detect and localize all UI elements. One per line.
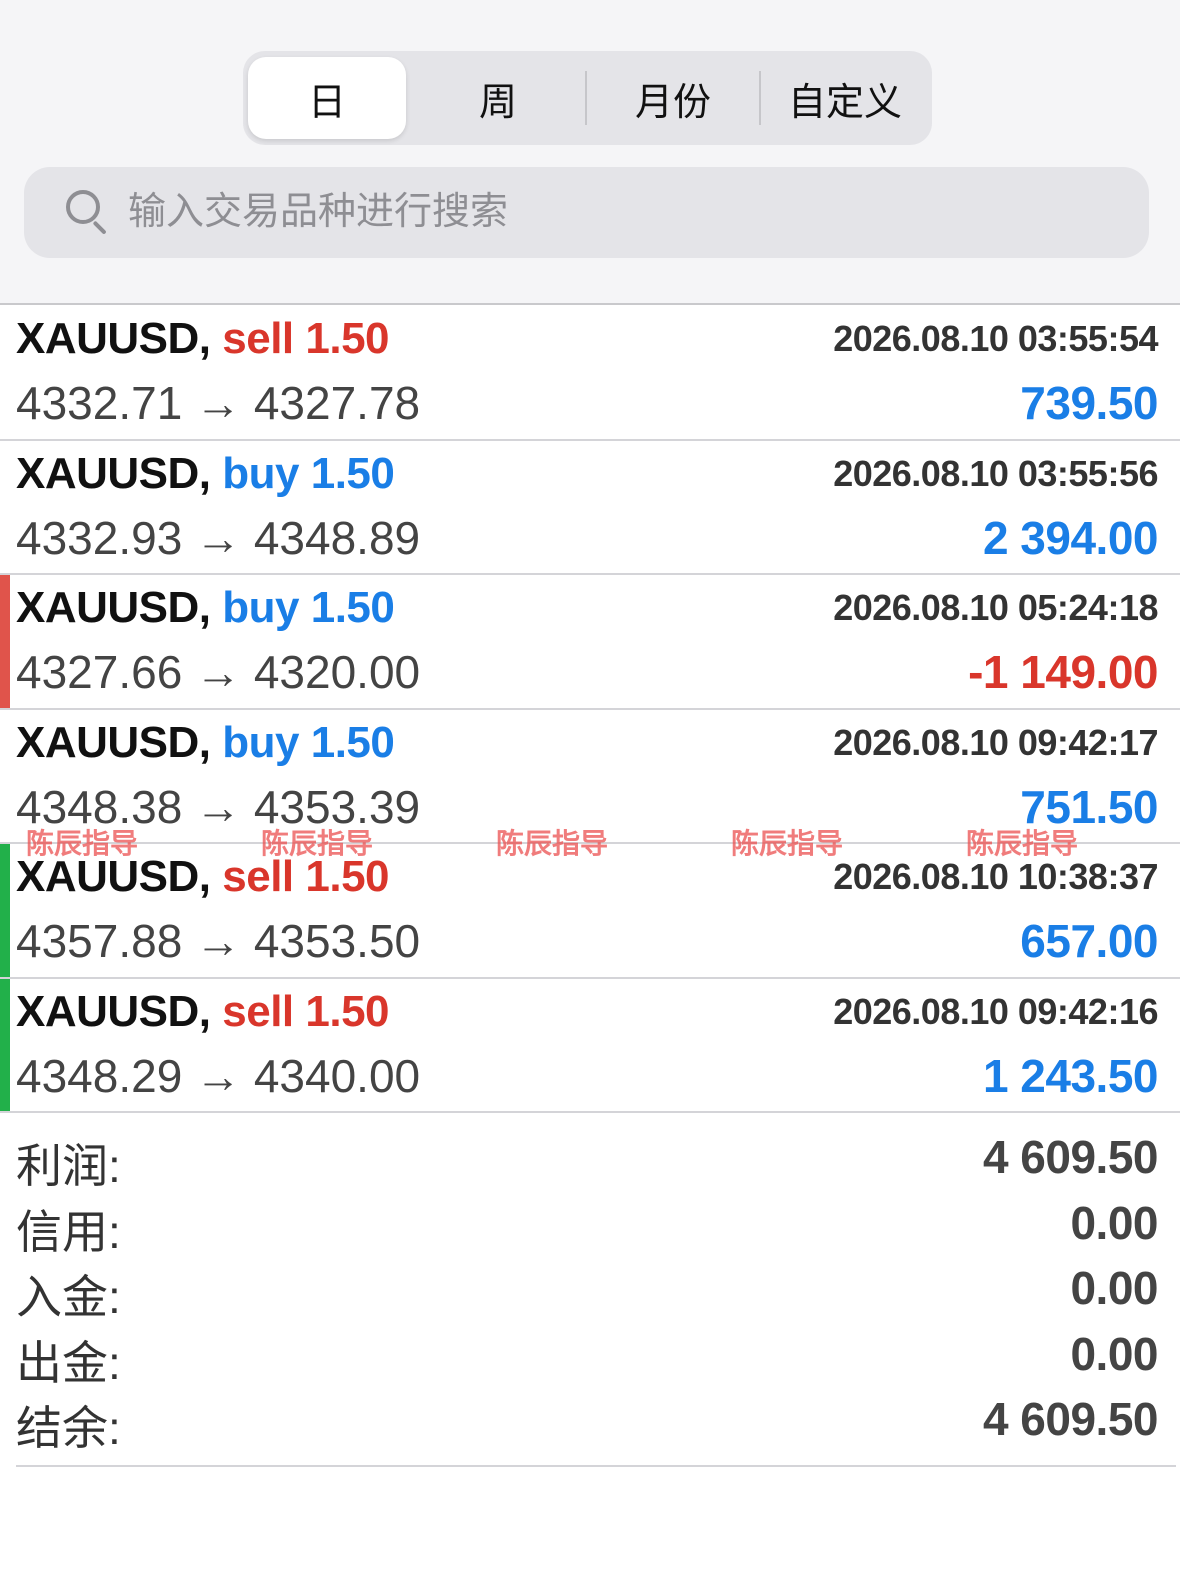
tab-week[interactable]: 周 [415,57,581,139]
trade-open-price: 4348.29 [16,1049,183,1102]
trade-row[interactable]: XAUUSD, buy 1.50 2026.08.10 05:24:18 432… [0,575,1180,710]
trade-lot: 1.50 [310,717,395,767]
trade-symbol-line: XAUUSD, sell 1.50 [16,852,390,902]
summary-row: 入金: 0.00 [0,1261,1180,1327]
trade-close-price: 4340.00 [253,1049,421,1102]
trade-close-price: 4353.39 [253,780,421,833]
trade-symbol: XAUUSD, [16,717,211,767]
trade-open-price: 4357.88 [16,915,183,967]
trade-profit: 1 243.50 [982,1049,1159,1102]
summary-value: 4 609.50 [982,1393,1159,1445]
trade-open-price: 4332.71 [16,377,183,429]
summary-label: 结余: [16,1402,121,1454]
trade-profit: 739.50 [1020,377,1158,429]
trade-status-bar [0,978,10,1111]
trade-prices: 4357.88 → 4353.50 [16,914,420,968]
trade-lot: 1.50 [305,314,390,363]
trade-symbol-line: XAUUSD, sell 1.50 [16,314,390,364]
summary-divider [16,1465,1176,1467]
trade-lot: 1.50 [310,583,395,632]
summary-row: 利润: 4 609.50 [0,1130,1180,1196]
arrow-right-icon: → [195,646,242,698]
arrow-right-icon: → [195,915,242,967]
trade-close-price: 4353.50 [253,915,421,967]
trade-time: 2026.08.10 10:38:37 [833,856,1158,897]
summary-label: 入金: [16,1271,121,1323]
summary-row: 出金: 0.00 [0,1327,1180,1393]
trade-close-price: 4320.00 [253,646,421,698]
trade-side: sell [222,852,294,901]
arrow-right-icon: → [195,377,242,429]
trade-profit: 2 394.00 [982,511,1159,564]
trade-time: 2026.08.10 05:24:18 [833,587,1158,628]
trade-symbol: XAUUSD, [16,314,211,363]
trade-row[interactable]: XAUUSD, sell 1.50 2026.08.10 09:42:16 43… [0,978,1180,1113]
header-area: 日 周 月份 自定义 [0,0,1180,305]
segment-divider [759,71,761,125]
trade-open-price: 4327.66 [16,646,183,698]
segment-divider [585,71,587,125]
summary-label: 出金: [16,1336,121,1389]
trade-time: 2026.08.10 09:42:17 [833,721,1158,763]
trade-profit: 751.50 [1020,780,1158,833]
trade-side: sell [222,314,294,363]
trade-symbol: XAUUSD, [16,852,211,901]
arrow-right-icon: → [195,780,242,833]
arrow-right-icon: → [195,1049,242,1102]
summary-label: 利润: [16,1140,121,1192]
trade-prices: 4327.66 → 4320.00 [16,645,420,699]
trade-lot: 1.50 [305,986,390,1036]
trade-open-price: 4332.93 [16,511,183,564]
trade-side: buy [222,717,299,767]
trade-side: sell [222,986,294,1036]
arrow-right-icon: → [195,511,242,564]
trade-status-bar [0,844,10,977]
trade-symbol-line: XAUUSD, buy 1.50 [16,583,395,633]
trade-symbol-line: XAUUSD, sell 1.50 [16,986,390,1037]
trade-symbol: XAUUSD, [16,986,211,1036]
trade-close-price: 4327.78 [253,377,421,429]
period-segmented-control: 日 周 月份 自定义 [243,51,932,145]
trade-profit: 657.00 [1020,915,1158,967]
summary-row: 结余: 4 609.50 [0,1392,1180,1458]
trade-lot: 1.50 [310,448,395,498]
trade-prices: 4332.71 → 4327.78 [16,376,420,430]
tab-month[interactable]: 月份 [589,57,757,139]
trade-prices: 4348.29 → 4340.00 [16,1049,420,1103]
trade-time: 2026.08.10 09:42:16 [833,990,1158,1032]
trade-status-bar [0,575,10,708]
summary-label: 信用: [16,1205,121,1258]
summary-row: 信用: 0.00 [0,1196,1180,1262]
trade-symbol-line: XAUUSD, buy 1.50 [16,448,395,499]
trade-close-price: 4348.89 [253,511,421,564]
summary-value: 4 609.50 [982,1131,1159,1183]
trade-time: 2026.08.10 03:55:56 [833,452,1158,494]
search-input[interactable] [128,191,1088,234]
trade-prices: 4332.93 → 4348.89 [16,511,420,565]
summary-value: 0.00 [1070,1327,1158,1380]
trade-row[interactable]: XAUUSD, buy 1.50 2026.08.10 03:55:56 433… [0,441,1180,575]
trade-lot: 1.50 [305,852,390,901]
search-icon [66,189,112,236]
trade-symbol: XAUUSD, [16,448,211,498]
trade-row[interactable]: XAUUSD, sell 1.50 2026.08.10 03:55:54 43… [0,306,1180,441]
tab-custom[interactable]: 自定义 [763,57,927,139]
trade-side: buy [222,448,299,498]
trade-row[interactable]: XAUUSD, buy 1.50 2026.08.10 09:42:17 434… [0,710,1180,844]
search-bar[interactable] [24,167,1149,258]
trade-time: 2026.08.10 03:55:54 [833,318,1158,359]
trade-row[interactable]: XAUUSD, sell 1.50 2026.08.10 10:38:37 43… [0,844,1180,979]
trade-symbol-line: XAUUSD, buy 1.50 [16,717,395,768]
tab-day[interactable]: 日 [248,57,406,139]
trade-list: XAUUSD, sell 1.50 2026.08.10 03:55:54 43… [0,306,1180,1113]
summary-value: 0.00 [1070,1196,1158,1249]
trade-profit: -1 149.00 [968,646,1158,698]
trade-open-price: 4348.38 [16,780,183,833]
account-summary: 利润: 4 609.50 信用: 0.00 入金: 0.00 出金: 0.00 … [0,1130,1180,1458]
trade-side: buy [222,583,299,632]
trade-prices: 4348.38 → 4353.39 [16,780,420,834]
trade-symbol: XAUUSD, [16,583,211,632]
summary-value: 0.00 [1070,1262,1158,1314]
